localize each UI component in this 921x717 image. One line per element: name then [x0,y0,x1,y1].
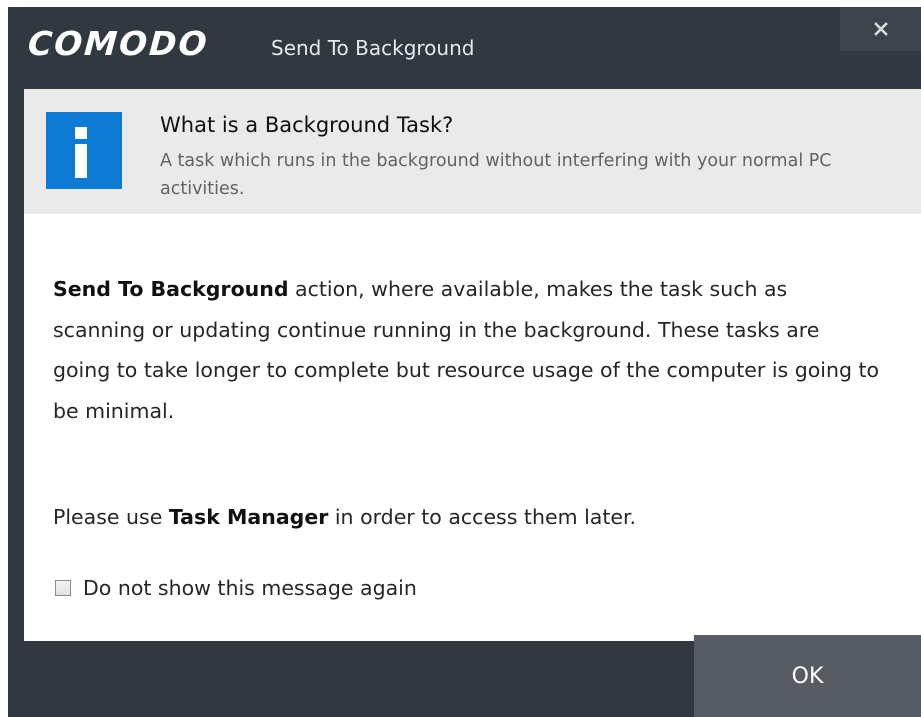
close-button[interactable] [840,7,921,51]
title-bar[interactable]: COMODO Send To Background [8,7,921,89]
task-manager-paragraph: Please use Task Manager in order to acce… [53,497,883,537]
dont-show-again-checkbox[interactable] [55,580,71,596]
feature-name: Send To Background [53,277,289,301]
ok-button[interactable]: OK [694,635,921,717]
description-paragraph: Send To Background action, where availab… [53,269,883,431]
dialog-window: COMODO Send To Background What is a Back… [0,0,921,717]
info-description: A task which runs in the background with… [160,151,832,199]
close-icon [873,22,888,36]
info-header: What is a Background Task? A task which … [24,89,921,214]
dont-show-again-option[interactable]: Do not show this message again [55,568,417,608]
info-icon [46,112,122,189]
info-title: What is a Background Task? [160,113,454,137]
window-title: Send To Background [271,36,475,60]
task-manager-name: Task Manager [168,505,329,529]
dialog-content: Send To Background action, where availab… [24,214,921,641]
paragraph-prefix: Please use [53,505,169,529]
dont-show-again-label[interactable]: Do not show this message again [83,576,417,600]
dialog-frame: COMODO Send To Background What is a Back… [8,7,921,717]
paragraph-suffix: in order to access them later. [328,505,637,529]
comodo-logo: COMODO [26,24,211,63]
